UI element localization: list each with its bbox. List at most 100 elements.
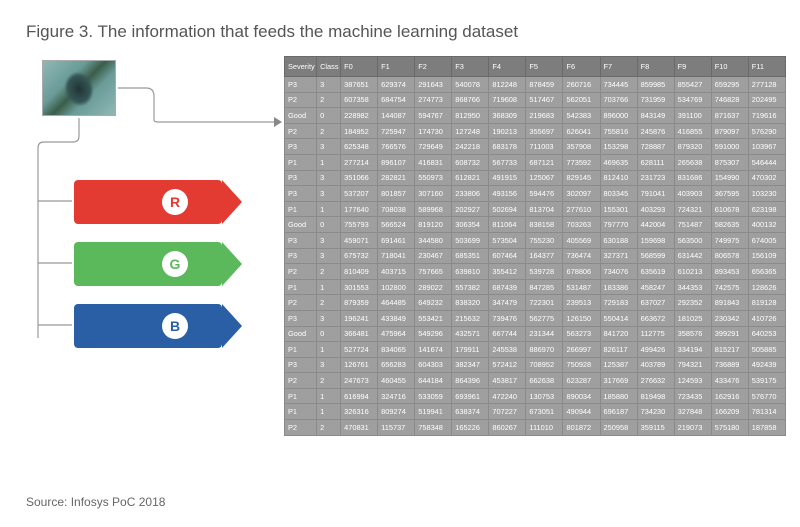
table-cell: P2 [285, 420, 317, 436]
table-row: P116169943247165330596939614722401307538… [285, 388, 786, 404]
table-cell: 231344 [526, 326, 563, 342]
table-cell: P2 [285, 264, 317, 280]
table-cell: P3 [285, 357, 317, 373]
channel-r-tag: R [74, 180, 222, 224]
table-cell: 819498 [637, 388, 674, 404]
table-cell: 734076 [600, 264, 637, 280]
table-cell: 656283 [378, 357, 415, 373]
table-cell: 781314 [748, 404, 785, 420]
table-row: P335372078018573071602338064931565944763… [285, 186, 786, 202]
table-row: P336253487665767296492422186831787110033… [285, 139, 786, 155]
table-cell: 659295 [711, 77, 748, 93]
table-cell: 644184 [415, 373, 452, 389]
table-cell: 141674 [415, 342, 452, 358]
table-cell: 708952 [526, 357, 563, 373]
table-cell: 327371 [600, 248, 637, 264]
table-cell: 307160 [415, 186, 452, 202]
table-cell: 3 [317, 232, 341, 248]
table-cell: 103967 [748, 139, 785, 155]
table-cell: 359115 [637, 420, 674, 436]
table-row: P333510662828215509736128214919151250678… [285, 170, 786, 186]
table-cell: 623287 [563, 373, 600, 389]
table-cell: 553421 [415, 310, 452, 326]
table-cell: 470831 [341, 420, 378, 436]
table-cell: P1 [285, 388, 317, 404]
table-cell: 128626 [748, 279, 785, 295]
table-cell: 3 [317, 310, 341, 326]
table-cell: 326316 [341, 404, 378, 420]
table-cell: 549296 [415, 326, 452, 342]
table-cell: Good [285, 108, 317, 124]
table-cell: 159698 [637, 232, 674, 248]
table-cell: 334194 [674, 342, 711, 358]
table-cell: 250958 [600, 420, 637, 436]
table-cell: P1 [285, 201, 317, 217]
table-cell: 591000 [711, 139, 748, 155]
table-cell: 687121 [526, 154, 563, 170]
table-cell: 594767 [415, 108, 452, 124]
table-cell: 841720 [600, 326, 637, 342]
table-cell: 327848 [674, 404, 711, 420]
table-cell: 219683 [526, 108, 563, 124]
table-cell: 755816 [600, 123, 637, 139]
channel-b-badge: B [162, 313, 188, 339]
table-row: P221849527259471747301272481902133556976… [285, 123, 786, 139]
table-cell: P2 [285, 123, 317, 139]
table-cell: 277128 [748, 77, 785, 93]
table-cell: 127248 [452, 123, 489, 139]
table-cell: 890034 [563, 388, 600, 404]
table-cell: 533059 [415, 388, 452, 404]
table-cell: 242218 [452, 139, 489, 155]
table-cell: 736474 [563, 248, 600, 264]
table-cell: 797770 [600, 217, 637, 233]
table-cell: 812950 [452, 108, 489, 124]
table-cell: 637027 [637, 295, 674, 311]
table-cell: 693961 [452, 388, 489, 404]
table-cell: 1 [317, 388, 341, 404]
table-cell: 707227 [489, 404, 526, 420]
table-cell: 675732 [341, 248, 378, 264]
table-cell: 896107 [378, 154, 415, 170]
table-header-cell: F4 [489, 57, 526, 77]
table-cell: 492439 [748, 357, 785, 373]
table-cell: 878459 [526, 77, 563, 93]
table-row: P336757327180412304676853516074641643777… [285, 248, 786, 264]
table-cell: 673051 [526, 404, 563, 420]
table-cell: 245538 [489, 342, 526, 358]
table-cell: 810409 [341, 264, 378, 280]
table-cell: 631442 [674, 248, 711, 264]
table-cell: 838320 [452, 295, 489, 311]
table-row: P228793594644856492328383203474797223012… [285, 295, 786, 311]
table-body: P333876516293742916435400788122488784592… [285, 77, 786, 436]
table-cell: 3 [317, 357, 341, 373]
table-cell: 812410 [600, 170, 637, 186]
table-cell: P2 [285, 295, 317, 311]
table-cell: 3 [317, 248, 341, 264]
feature-table: SeverityClassF0F1F2F3F4F5F6F7F8F9F10F11 … [284, 56, 786, 486]
table-cell: 623198 [748, 201, 785, 217]
table-cell: 566524 [378, 217, 415, 233]
table-cell: 893453 [711, 264, 748, 280]
channel-r-badge: R [162, 189, 188, 215]
table-cell: 181025 [674, 310, 711, 326]
table-cell: 801872 [563, 420, 600, 436]
table-cell: 819128 [748, 295, 785, 311]
table-cell: P3 [285, 77, 317, 93]
table-cell: 610678 [711, 201, 748, 217]
table-cell: 608732 [452, 154, 489, 170]
table-cell: 656365 [748, 264, 785, 280]
table-cell: 635619 [637, 264, 674, 280]
table-cell: 879359 [341, 295, 378, 311]
table-cell: 1 [317, 201, 341, 217]
table-cell: 531487 [563, 279, 600, 295]
table-row: P331962414338495534212156327394765627751… [285, 310, 786, 326]
table-row: Good022898214408759476781295036830921968… [285, 108, 786, 124]
table-cell: 639810 [452, 264, 489, 280]
table-cell: 344580 [415, 232, 452, 248]
table-cell: 616994 [341, 388, 378, 404]
table-cell: 460455 [378, 373, 415, 389]
table-cell: 156109 [748, 248, 785, 264]
table-cell: 684754 [378, 92, 415, 108]
table-cell: 871637 [711, 108, 748, 124]
table-cell: 179911 [452, 342, 489, 358]
